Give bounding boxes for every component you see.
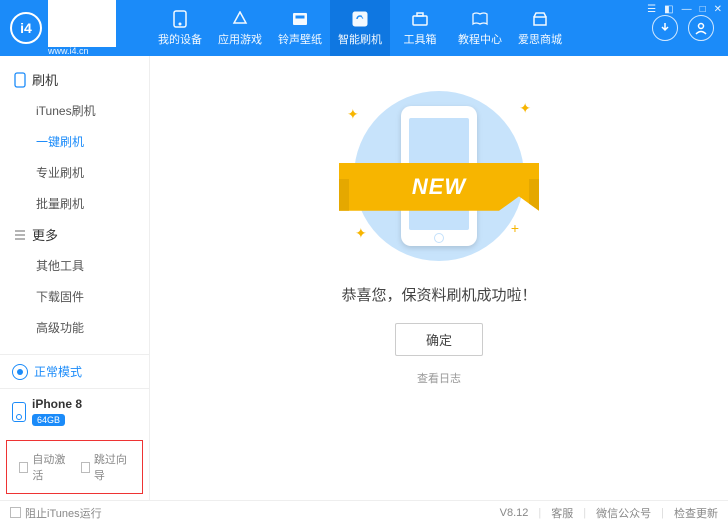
nav-flash[interactable]: 智能刷机 [330,0,390,56]
checkbox-icon [10,507,21,518]
group-title: 更多 [32,225,58,244]
checkbox-icon [19,462,28,473]
nav-label: 我的设备 [158,31,202,47]
toolbox-icon [411,10,429,28]
sidebar-bottom: 正常模式 iPhone 8 64GB 自动激活 跳过向导 [0,354,149,500]
checkbox-label: 自动激活 [32,451,68,483]
logo-icon: i4 [10,12,42,44]
nav-label: 应用游戏 [218,31,262,47]
sidebar-item-itunes-flash[interactable]: iTunes刷机 [0,95,149,126]
checkbox-label: 跳过向导 [94,451,130,483]
sidebar-item-pro-flash[interactable]: 专业刷机 [0,157,149,188]
sidebar-group-flash[interactable]: 刷机 [0,64,149,95]
download-button[interactable] [652,15,678,41]
close-icon[interactable]: ✕ [714,4,722,15]
user-button[interactable] [688,15,714,41]
sidebar-item-oneclick-flash[interactable]: 一键刷机 [0,126,149,157]
ok-button[interactable]: 确定 [395,323,483,356]
app-logo: i4 爱思助手 www.i4.cn [0,0,150,57]
menu-icon[interactable]: ☰ [647,4,656,15]
skip-guide-checkbox[interactable]: 跳过向导 [81,451,131,483]
mode-icon [12,364,28,380]
phone-outline-icon [14,72,26,88]
sidebar-item-batch-flash[interactable]: 批量刷机 [0,188,149,219]
app-url: www.i4.cn [48,47,116,57]
wechat-link[interactable]: 微信公众号 [596,505,651,521]
nav-ringtones[interactable]: 铃声壁纸 [270,0,330,56]
view-log-link[interactable]: 查看日志 [417,370,461,386]
wallpaper-icon [291,10,309,28]
maximize-icon[interactable]: □ [700,4,706,15]
support-link[interactable]: 客服 [551,505,573,521]
skin-icon[interactable]: ◧ [664,4,673,15]
list-icon [14,229,26,241]
mode-label: 正常模式 [34,363,82,380]
store-icon [531,10,549,28]
phone-icon [171,10,189,28]
nav-label: 智能刷机 [338,31,382,47]
device-icon [12,402,26,422]
checkbox-label: 阻止iTunes运行 [25,505,102,521]
nav-label: 教程中心 [458,31,502,47]
success-illustration: ✦ ✦ ✦ + NEW [329,86,549,266]
book-icon [471,10,489,28]
sidebar-group-more[interactable]: 更多 [0,219,149,250]
nav-apps[interactable]: 应用游戏 [210,0,270,56]
group-title: 刷机 [32,70,58,89]
apps-icon [231,10,249,28]
nav-label: 铃声壁纸 [278,31,322,47]
nav-tutorials[interactable]: 教程中心 [450,0,510,56]
connected-device[interactable]: iPhone 8 64GB [0,389,149,434]
minimize-icon[interactable]: — [682,4,692,15]
sidebar-item-download-firmware[interactable]: 下载固件 [0,281,149,312]
version-label: V8.12 [500,507,529,519]
auto-activate-checkbox[interactable]: 自动激活 [19,451,69,483]
app-body: 刷机 iTunes刷机 一键刷机 专业刷机 批量刷机 更多 其他工具 下载固件 … [0,56,728,500]
flash-options: 自动激活 跳过向导 [6,440,143,494]
sidebar-item-other-tools[interactable]: 其他工具 [0,250,149,281]
flash-icon [351,10,369,28]
header-actions [652,15,728,41]
app-name: 爱思助手 [48,0,116,47]
main-content: ✦ ✦ ✦ + NEW 恭喜您，保资料刷机成功啦！ 确定 查看日志 [150,56,728,500]
nav-label: 爱思商城 [518,31,562,47]
app-header: ☰ ◧ — □ ✕ i4 爱思助手 www.i4.cn 我的设备 应用游戏 铃声… [0,0,728,56]
device-mode[interactable]: 正常模式 [0,355,149,389]
sidebar-item-advanced[interactable]: 高级功能 [0,312,149,343]
nav-store[interactable]: 爱思商城 [510,0,570,56]
window-controls: ☰ ◧ — □ ✕ [647,4,722,15]
block-itunes-checkbox[interactable]: 阻止iTunes运行 [10,505,102,521]
nav-label: 工具箱 [404,31,437,47]
top-nav: 我的设备 应用游戏 铃声壁纸 智能刷机 工具箱 教程中心 爱思商城 [150,0,570,56]
sidebar: 刷机 iTunes刷机 一键刷机 专业刷机 批量刷机 更多 其他工具 下载固件 … [0,56,150,500]
checkbox-icon [81,462,90,473]
nav-my-device[interactable]: 我的设备 [150,0,210,56]
success-message: 恭喜您，保资料刷机成功啦！ [341,284,536,305]
check-update-link[interactable]: 检查更新 [674,505,718,521]
nav-toolbox[interactable]: 工具箱 [390,0,450,56]
status-bar: 阻止iTunes运行 V8.12 | 客服 | 微信公众号 | 检查更新 [0,500,728,524]
device-capacity-badge: 64GB [32,414,65,426]
device-name: iPhone 8 [32,397,82,411]
